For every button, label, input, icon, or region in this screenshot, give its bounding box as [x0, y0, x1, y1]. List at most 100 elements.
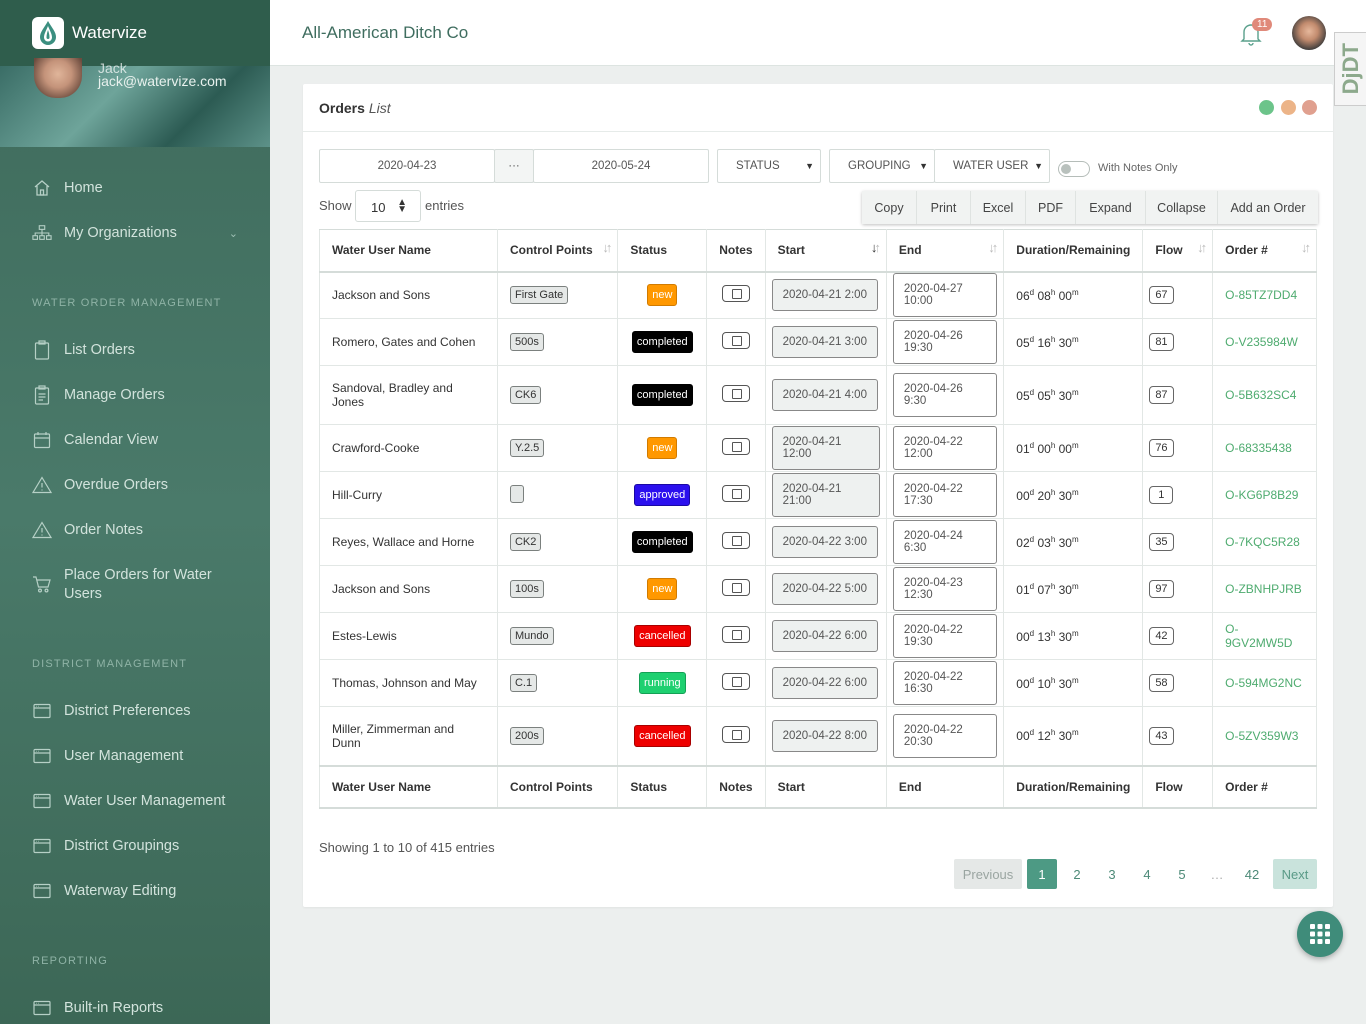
pagination-page-4[interactable]: 4	[1132, 859, 1162, 889]
add-order-button[interactable]: Add an Order	[1218, 191, 1318, 224]
sidebar-item-home[interactable]: Home	[0, 178, 270, 198]
order-link[interactable]: O-594MG2NC	[1225, 676, 1302, 690]
col-order-number[interactable]: Order # ↓↑	[1212, 229, 1317, 273]
start-datetime-input[interactable]: 2020-04-21 2:00	[771, 279, 878, 312]
sidebar-item-district-groupings[interactable]: District Groupings	[0, 836, 270, 856]
status-filter-select[interactable]: STATUS ▼	[717, 149, 821, 183]
water-user-filter-select[interactable]: WATER USER ▼	[934, 149, 1050, 183]
order-link[interactable]: O-5ZV359W3	[1225, 729, 1298, 743]
table-row[interactable]: Crawford-Cooke Y.2.5 new 2020-04-21 12:00 20…	[319, 424, 1317, 472]
table-row[interactable]: Romero, Gates and Cohen 500s completed 2020…	[319, 318, 1317, 366]
end-datetime-input[interactable]: 2020-04-22 20:30	[892, 713, 998, 758]
pagination-previous[interactable]: Previous	[954, 859, 1022, 889]
order-link[interactable]: O-KG6P8B29	[1225, 488, 1298, 502]
print-button[interactable]: Print	[917, 191, 971, 224]
col-status[interactable]: Status	[617, 229, 708, 273]
order-link[interactable]: O-ZBNHPJRB	[1225, 582, 1302, 596]
order-link[interactable]: O-7KQC5R28	[1225, 535, 1300, 549]
note-icon[interactable]	[721, 485, 750, 502]
end-datetime-input[interactable]: 2020-04-22 19:30	[892, 614, 998, 658]
window-dot-green[interactable]	[1259, 100, 1274, 115]
note-icon[interactable]	[721, 285, 750, 303]
sidebar-item-built-in-reports[interactable]: Built-in Reports	[0, 998, 270, 1018]
end-datetime-input[interactable]: 2020-04-22 16:30	[892, 661, 998, 705]
col-notes[interactable]: Notes	[706, 229, 766, 273]
date-from-input[interactable]: 2020-04-23	[319, 149, 495, 183]
sidebar-item-overdue-orders[interactable]: Overdue Orders	[0, 475, 270, 495]
note-icon[interactable]	[721, 332, 750, 349]
order-link[interactable]: O-9GV2MW5D	[1225, 622, 1292, 650]
order-link[interactable]: O-85TZ7DD4	[1225, 288, 1297, 302]
entries-length-select[interactable]: 10 ▲ ▼	[355, 190, 421, 222]
pagination-page-42[interactable]: 42	[1237, 859, 1267, 889]
table-row[interactable]: Thomas, Johnson and May C.1 running 2020-04…	[319, 659, 1317, 707]
end-datetime-input[interactable]: 2020-04-22 17:30	[892, 473, 998, 517]
date-to-input[interactable]: 2020-05-24	[533, 149, 709, 183]
sidebar-item-order-notes[interactable]: Order Notes	[0, 520, 270, 540]
table-row[interactable]: Jackson and Sons 100s new 2020-04-22 5:00 20…	[319, 565, 1317, 613]
pagination-page-2[interactable]: 2	[1062, 859, 1092, 889]
order-link[interactable]: O-68335438	[1225, 441, 1292, 455]
sidebar-item-waterway-editing[interactable]: Waterway Editing	[0, 881, 270, 901]
start-datetime-input[interactable]: 2020-04-21 4:00	[771, 379, 878, 411]
user-panel[interactable]: Jack jack@watervize.com	[0, 58, 270, 147]
start-datetime-input[interactable]: 2020-04-21 21:00	[771, 473, 880, 517]
end-datetime-input[interactable]: 2020-04-26 9:30	[892, 373, 998, 417]
debug-toolbar-handle[interactable]: DjDT	[1334, 32, 1366, 106]
start-datetime-input[interactable]: 2020-04-22 3:00	[771, 526, 878, 558]
sidebar-item-user-management[interactable]: User Management	[0, 746, 270, 766]
sidebar-item-manage-orders[interactable]: Manage Orders	[0, 385, 270, 405]
sidebar-item-list-orders[interactable]: List Orders	[0, 340, 270, 360]
collapse-button[interactable]: Collapse	[1146, 191, 1218, 224]
start-datetime-input[interactable]: 2020-04-22 6:00	[771, 620, 878, 652]
start-datetime-input[interactable]: 2020-04-21 3:00	[771, 326, 878, 358]
table-row[interactable]: Sandoval, Bradley and Jones CK6 completed 2…	[319, 365, 1317, 425]
table-row[interactable]: Hill-Curry approved 2020-04-21 21:00 2020-0…	[319, 471, 1317, 519]
order-link[interactable]: O-5B632SC4	[1225, 388, 1296, 402]
pagination-page-5[interactable]: 5	[1167, 859, 1197, 889]
end-datetime-input[interactable]: 2020-04-27 10:00	[892, 273, 998, 318]
col-duration[interactable]: Duration/Remaining	[1003, 229, 1144, 273]
pagination-page-3[interactable]: 3	[1097, 859, 1127, 889]
table-row[interactable]: Jackson and Sons First Gate new 2020-04-21 …	[319, 271, 1317, 319]
sidebar-item-place-orders[interactable]: Place Orders for Water Users	[0, 566, 270, 604]
copy-button[interactable]: Copy	[862, 191, 917, 224]
note-icon[interactable]	[721, 579, 750, 596]
sidebar-item-my-organizations[interactable]: My Organizations ⌄	[0, 223, 270, 243]
sidebar-item-water-user-management[interactable]: Water User Management	[0, 791, 270, 811]
excel-button[interactable]: Excel	[971, 191, 1026, 224]
grouping-filter-select[interactable]: GROUPING ▼	[829, 149, 935, 183]
col-control-points[interactable]: Control Points ↓↑	[496, 229, 619, 273]
end-datetime-input[interactable]: 2020-04-26 19:30	[892, 320, 998, 364]
start-datetime-input[interactable]: 2020-04-22 6:00	[771, 667, 878, 699]
order-link[interactable]: O-V235984W	[1225, 335, 1298, 349]
apps-grid-button[interactable]	[1297, 911, 1343, 957]
with-notes-toggle[interactable]	[1058, 161, 1090, 177]
window-dot-orange[interactable]	[1281, 100, 1296, 115]
header-avatar[interactable]	[1292, 16, 1326, 50]
pagination-next[interactable]: Next	[1273, 859, 1317, 889]
note-icon[interactable]	[721, 673, 750, 690]
start-datetime-input[interactable]: 2020-04-22 5:00	[771, 573, 878, 605]
start-datetime-input[interactable]: 2020-04-21 12:00	[771, 426, 880, 470]
table-row[interactable]: Estes-Lewis Mundo cancelled 2020-04-22 6:00…	[319, 612, 1317, 660]
table-row[interactable]: Reyes, Wallace and Horne CK2 completed 2020…	[319, 518, 1317, 566]
col-water-user-name[interactable]: Water User Name	[319, 229, 498, 273]
col-start[interactable]: Start ↓↑	[764, 229, 887, 273]
note-icon[interactable]	[721, 626, 750, 643]
end-datetime-input[interactable]: 2020-04-24 6:30	[892, 520, 998, 564]
expand-button[interactable]: Expand	[1076, 191, 1146, 224]
sidebar-item-calendar-view[interactable]: Calendar View	[0, 430, 270, 450]
pdf-button[interactable]: PDF	[1026, 191, 1076, 224]
col-end[interactable]: End ↓↑	[885, 229, 1005, 273]
note-icon[interactable]	[721, 385, 750, 402]
table-row[interactable]: Miller, Zimmerman and Dunn 200s cancelled 2…	[319, 706, 1317, 766]
start-datetime-input[interactable]: 2020-04-22 8:00	[771, 719, 878, 752]
brand[interactable]: Watervize	[0, 0, 270, 66]
col-flow[interactable]: Flow ↓↑	[1142, 229, 1214, 273]
note-icon[interactable]	[721, 725, 750, 743]
end-datetime-input[interactable]: 2020-04-23 12:30	[892, 567, 998, 611]
sidebar-item-district-preferences[interactable]: District Preferences	[0, 701, 270, 721]
pagination-page-1[interactable]: 1	[1027, 859, 1057, 889]
note-icon[interactable]	[721, 532, 750, 549]
